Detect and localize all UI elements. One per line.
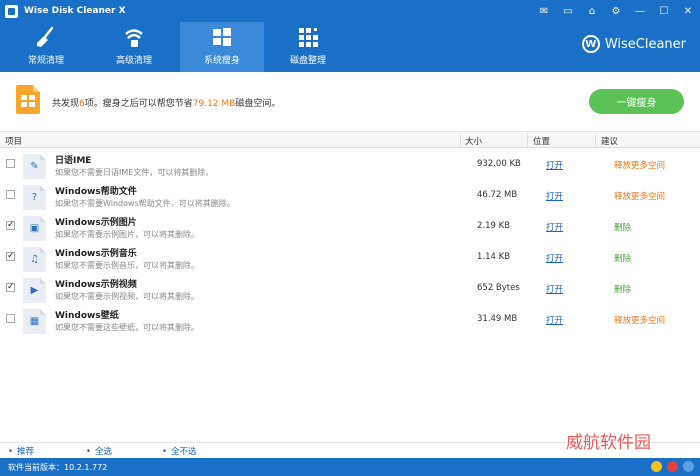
item-size: 932.00 KB	[477, 159, 521, 169]
mail-icon[interactable]: ✉	[532, 0, 556, 22]
pen-icon: ✎	[23, 154, 46, 179]
table-header: 项目 大小 位置 建议	[0, 133, 700, 148]
item-suggestion: 删除	[614, 254, 632, 264]
video-icon: ▶	[23, 278, 46, 303]
item-description: 如果您不需要Windows帮助文件，可以将其删除。	[55, 199, 235, 208]
item-name: Windows壁纸	[55, 311, 119, 321]
window-title: Wise Disk Cleaner X	[24, 6, 126, 16]
tab-advanced-clean[interactable]: 高级清理	[92, 22, 176, 72]
tab-label: 系统瘦身	[203, 56, 240, 66]
open-location-link[interactable]: 打开	[546, 159, 563, 171]
smile-icon[interactable]	[651, 461, 662, 472]
tab-disk-defrag[interactable]: 磁盘整理	[266, 22, 350, 72]
open-location-link[interactable]: 打开	[546, 283, 563, 295]
table-row[interactable]: ✓ ▶ Windows示例视频如果您不需要示例视频，可以将其删除。 652 Bytes…	[0, 274, 700, 305]
col-item[interactable]: 项目	[5, 135, 22, 147]
recommend-link[interactable]: 推荐	[8, 445, 34, 457]
broom-icon	[34, 26, 58, 48]
minimize-button[interactable]: —	[628, 0, 652, 22]
item-description: 如果您不需要示例视频，可以将其删除。	[55, 292, 199, 301]
watermark-text: 威航软件园	[566, 433, 651, 453]
settings-icon[interactable]: ⚙	[604, 0, 628, 22]
row-checkbox[interactable]	[6, 190, 15, 199]
help-icon: ?	[23, 185, 46, 210]
table-row[interactable]: ✓ ♫ Windows示例音乐如果您不需要示例音乐，可以将其删除。 1.14 KB 打开…	[0, 243, 700, 274]
table-row[interactable]: ? Windows帮助文件如果您不需要Windows帮助文件，可以将其删除。 46.…	[0, 181, 700, 212]
version-text: 软件当前版本：10.2.1.772	[8, 463, 108, 472]
vacuum-icon	[122, 26, 146, 48]
item-size: 652 Bytes	[477, 283, 520, 293]
col-location[interactable]: 位置	[533, 135, 550, 147]
facebook-icon[interactable]	[683, 461, 694, 472]
summary-text: 共发现6项。瘦身之后可以帮您节省79.12 MB磁盘空间。	[52, 96, 280, 109]
windows-file-icon	[16, 85, 40, 114]
status-bar: 软件当前版本：10.2.1.772	[0, 458, 700, 476]
brand-name: WiseCleaner	[604, 36, 686, 52]
item-suggestion: 删除	[614, 285, 632, 295]
table-row[interactable]: ✎ 日语IME 如果您不需要日语IME文件，可以将其删除。 932.00 KB 打开 释放…	[0, 150, 700, 181]
item-name: 日语IME	[55, 156, 92, 166]
row-checkbox[interactable]: ✓	[6, 283, 15, 292]
row-checkbox[interactable]: ✓	[6, 221, 15, 230]
item-name: Windows示例图片	[55, 218, 137, 228]
open-location-link[interactable]: 打开	[546, 190, 563, 202]
col-size[interactable]: 大小	[465, 135, 482, 147]
item-size: 1.14 KB	[477, 252, 511, 262]
windows-icon	[210, 26, 234, 48]
item-name: Windows示例音乐	[55, 249, 137, 259]
wisecleaner-logo-icon: W	[581, 35, 600, 53]
summary-mid: 项。瘦身之后可以帮您节省	[84, 99, 193, 109]
item-name: Windows示例视频	[55, 280, 137, 290]
close-button[interactable]: ✕	[676, 0, 700, 22]
open-location-link[interactable]: 打开	[546, 252, 563, 264]
title-bar: Wise Disk Cleaner X ✉ ▭ ⌂ ⚙ — ☐ ✕	[0, 0, 700, 22]
table-row[interactable]: ▦ Windows壁纸如果您不需要这些壁纸，可以将其删除。 31.49 MB 打开 释放…	[0, 305, 700, 336]
home-icon[interactable]: ⌂	[580, 0, 604, 22]
tab-label: 常规清理	[27, 56, 64, 66]
item-size: 31.49 MB	[477, 314, 518, 324]
app-logo-icon	[5, 4, 18, 18]
item-suggestion: 释放更多空间	[614, 316, 666, 326]
picture-icon: ▣	[23, 216, 46, 241]
item-description: 如果您不需要这些壁纸，可以将其删除。	[55, 323, 199, 332]
space-saved: 79.12 MB	[192, 99, 236, 109]
feedback-icon[interactable]: ▭	[556, 0, 580, 22]
col-suggestion[interactable]: 建议	[601, 135, 618, 147]
tab-system-slim[interactable]: 系统瘦身	[180, 22, 264, 72]
tray-icons	[651, 461, 694, 472]
window-controls: ✉ ▭ ⌂ ⚙ — ☐ ✕	[532, 0, 700, 22]
weibo-icon[interactable]	[667, 461, 678, 472]
item-description: 如果您不需要示例图片，可以将其删除。	[55, 230, 199, 239]
wallpaper-icon: ▦	[23, 309, 46, 334]
item-suggestion: 释放更多空间	[614, 192, 666, 202]
item-suggestion: 删除	[614, 223, 632, 233]
item-description: 如果您不需要日语IME文件，可以将其删除。	[55, 168, 214, 177]
item-size: 46.72 MB	[477, 190, 518, 200]
summary-suffix: 磁盘空间。	[235, 99, 281, 109]
item-size: 2.19 KB	[477, 221, 511, 231]
item-description: 如果您不需要示例音乐，可以将其删除。	[55, 261, 199, 270]
maximize-button[interactable]: ☐	[652, 0, 676, 22]
tab-label: 高级清理	[115, 56, 152, 66]
main-nav: 常规清理 高级清理 系统瘦身 磁盘整理 W WiseCleaner	[0, 22, 700, 72]
music-icon: ♫	[23, 247, 46, 272]
row-checkbox[interactable]: ✓	[6, 252, 15, 261]
tab-label: 磁盘整理	[289, 56, 326, 66]
open-location-link[interactable]: 打开	[546, 221, 563, 233]
wisecleaner-brand[interactable]: W WiseCleaner	[581, 35, 686, 53]
one-click-slim-button[interactable]: 一键瘦身	[589, 89, 684, 114]
open-location-link[interactable]: 打开	[546, 314, 563, 326]
summary-panel: 共发现6项。瘦身之后可以帮您节省79.12 MB磁盘空间。 一键瘦身	[0, 72, 700, 132]
defrag-icon	[296, 26, 320, 48]
row-checkbox[interactable]	[6, 159, 15, 168]
select-none-link[interactable]: 全不选	[162, 445, 197, 457]
item-suggestion: 释放更多空间	[614, 161, 666, 171]
row-checkbox[interactable]	[6, 314, 15, 323]
summary-prefix: 共发现	[52, 99, 80, 109]
item-name: Windows帮助文件	[55, 187, 137, 197]
table-row[interactable]: ✓ ▣ Windows示例图片如果您不需要示例图片，可以将其删除。 2.19 KB 打开…	[0, 212, 700, 243]
tab-common-clean[interactable]: 常规清理	[4, 22, 88, 72]
select-all-link[interactable]: 全选	[86, 445, 112, 457]
